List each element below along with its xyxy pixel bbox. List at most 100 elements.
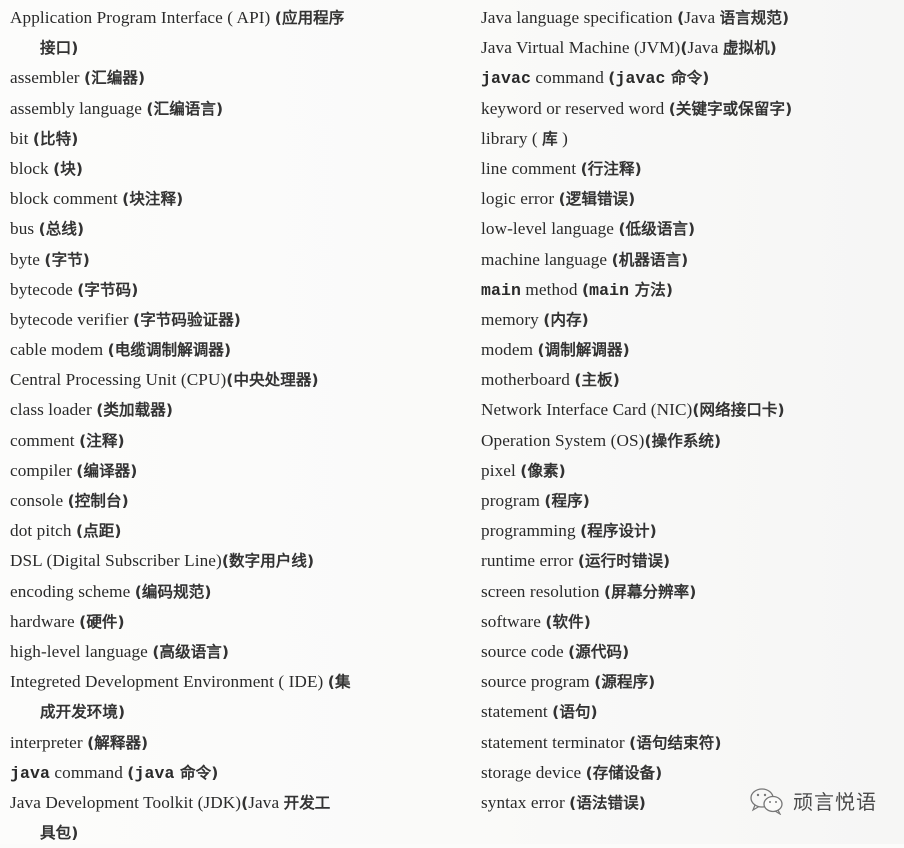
term-translation: (字节码) <box>77 280 139 299</box>
term-translation: (控制台) <box>67 492 129 510</box>
term-translation: 具包) <box>40 824 79 843</box>
term-english: block comment <box>10 189 123 209</box>
term-code: javac <box>615 69 666 89</box>
term-translation: (中央处理器) <box>226 371 319 390</box>
term-translation: (硬件) <box>79 612 125 631</box>
term-translation: (源代码) <box>568 642 630 661</box>
glossary-entry: assembly language (汇编语言) <box>10 94 460 124</box>
term-translation: (语句结束符) <box>629 733 722 752</box>
glossary-entry: bit (比特) <box>10 124 460 154</box>
term-english: keyword or reserved word <box>481 98 669 118</box>
glossary-entry: runtime error (运行时错误) <box>481 546 901 576</box>
term-translation: (字节) <box>44 250 90 269</box>
term-english: command <box>531 68 609 88</box>
term-english: class loader <box>10 400 97 420</box>
term-english: method <box>521 279 582 299</box>
term-translation: (集 <box>327 673 351 692</box>
glossary-entry: source code (源代码) <box>481 637 901 667</box>
term-translation: (像素) <box>520 461 566 480</box>
term-english: Java <box>248 792 284 812</box>
glossary-entry: low-level language (低级语言) <box>481 214 901 244</box>
term-english: Network Interface Card (NIC) <box>481 400 693 420</box>
glossary-entry: comment (注释) <box>10 426 460 456</box>
term-translation: (汇编器) <box>84 69 146 88</box>
term-code: java <box>134 763 175 783</box>
term-english: syntax error <box>481 792 570 812</box>
glossary-entry: byte (字节) <box>10 245 460 275</box>
term-english: dot pitch <box>10 521 76 541</box>
term-translation: 接口) <box>40 39 79 58</box>
term-english: Java Virtual Machine (JVM) <box>481 38 681 58</box>
term-english: cable modem <box>10 340 108 360</box>
term-english: bytecode verifier <box>10 309 134 329</box>
term-translation: 语言规范) <box>719 9 790 27</box>
term-translation: 开发工 <box>283 793 331 812</box>
term-english: console <box>10 491 68 510</box>
term-code: javac <box>481 69 532 89</box>
term-english: compiler <box>10 460 77 480</box>
term-english: Java <box>687 38 723 58</box>
glossary-entry: storage device (存储设备) <box>481 758 901 788</box>
term-translation: 库 <box>542 129 558 148</box>
glossary-entry: machine language (机器语言) <box>481 245 901 275</box>
term-english: programming <box>481 521 581 541</box>
term-english: low-level language <box>481 219 619 239</box>
term-english: bus <box>10 219 39 239</box>
term-english: runtime error <box>481 551 578 571</box>
term-translation: (汇编语言) <box>146 99 224 118</box>
term-english: assembler <box>10 68 85 88</box>
term-translation: (点距) <box>75 522 122 541</box>
glossary-entry: main method (main 方法) <box>481 275 901 305</box>
term-translation: (主板) <box>574 371 620 390</box>
glossary-entry: motherboard (主板) <box>481 365 901 395</box>
term-english: interpreter <box>10 732 88 752</box>
term-english: Application Program Interface ( API) <box>10 8 275 27</box>
glossary-entry: Operation System (OS)(操作系统) <box>481 426 901 456</box>
term-english: assembly language <box>10 98 147 118</box>
glossary-entry: interpreter (解释器) <box>10 728 460 758</box>
term-english: command <box>50 762 128 782</box>
glossary-entry: cable modem (电缆调制解调器) <box>10 335 460 365</box>
term-code: java <box>10 763 51 783</box>
term-translation: ( <box>680 39 688 58</box>
term-english: program <box>481 491 545 510</box>
glossary-entry: high-level language (高级语言) <box>10 637 460 667</box>
term-translation: (电缆调制解调器) <box>107 341 232 360</box>
watermark-text: 顽言悦语 <box>793 790 877 814</box>
term-translation: (存储设备) <box>585 763 663 782</box>
term-english: encoding scheme <box>10 581 135 601</box>
term-translation: (网络接口卡) <box>692 401 785 420</box>
glossary-entry: dot pitch (点距) <box>10 516 460 546</box>
glossary-entry-continuation: 成开发环境) <box>10 697 460 727</box>
glossary-entry: line comment (行注释) <box>481 154 901 184</box>
wechat-icon <box>750 787 783 815</box>
term-english: Java language specification <box>481 8 678 27</box>
term-translation: (块) <box>53 159 84 178</box>
term-code: main <box>589 280 630 300</box>
glossary-entry: program (程序) <box>481 486 901 516</box>
term-translation: (行注释) <box>580 159 642 178</box>
term-translation: (操作系统) <box>644 431 722 450</box>
glossary-entry: logic error (逻辑错误) <box>481 184 901 214</box>
term-translation: (比特) <box>32 129 79 148</box>
term-english: machine language <box>481 249 612 269</box>
glossary-entry: programming (程序设计) <box>481 516 901 546</box>
glossary-entry: java command (java 命令) <box>10 758 460 788</box>
term-english: modem <box>481 340 538 360</box>
glossary-left-column: Application Program Interface ( API) (应用… <box>10 3 460 848</box>
term-translation: (语法错误) <box>569 793 646 812</box>
glossary-entry: assembler (汇编器) <box>10 63 460 93</box>
term-translation: (程序) <box>544 492 590 510</box>
term-translation: (应用程序 <box>274 9 345 27</box>
term-english: statement terminator <box>481 732 630 752</box>
term-translation: (运行时错误) <box>577 552 671 571</box>
term-english: Java <box>684 8 720 27</box>
term-english: Java Development Toolkit (JDK) <box>10 792 242 812</box>
glossary-entry-continuation: 接口) <box>10 33 460 63</box>
term-english: storage device <box>481 762 586 782</box>
term-translation: (编译器) <box>76 461 138 480</box>
term-translation: (注释) <box>79 431 125 450</box>
term-translation: 命令) <box>665 69 710 88</box>
glossary-entry: statement (语句) <box>481 697 901 727</box>
term-translation: (语句) <box>552 703 598 722</box>
